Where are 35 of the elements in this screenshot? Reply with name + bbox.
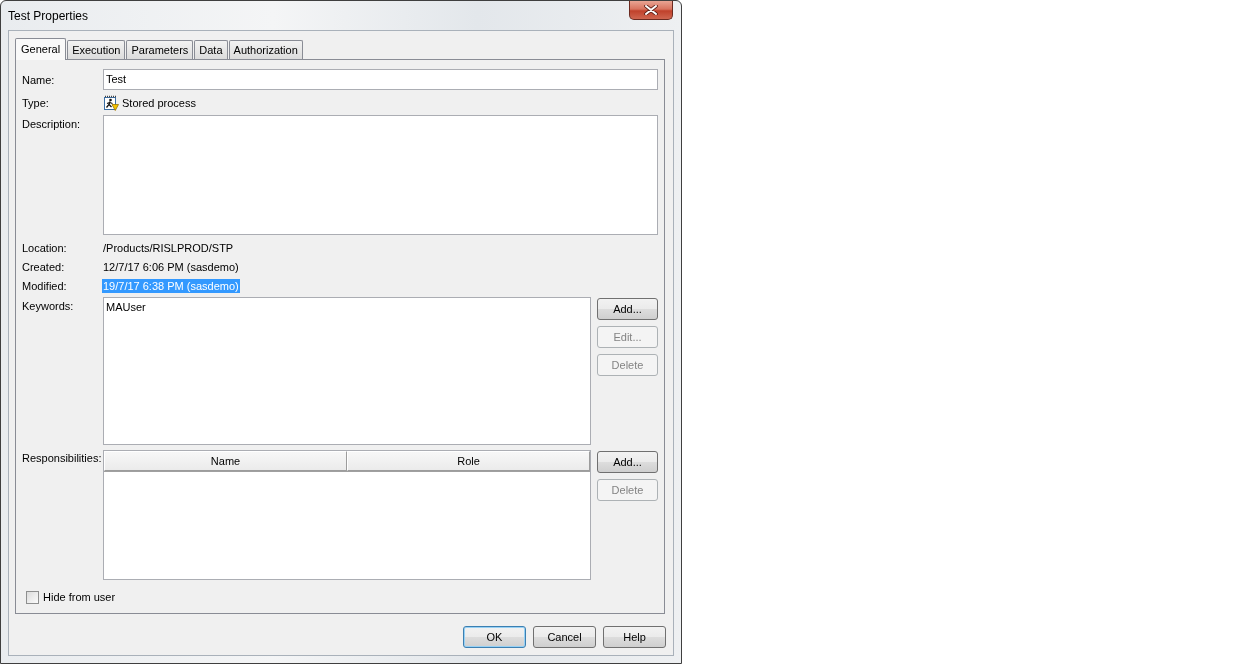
dialog-button[interactable]: Help [603, 626, 666, 648]
description-field[interactable] [103, 115, 658, 235]
info-value: 19/7/17 6:38 PM (sasdemo) [102, 278, 240, 293]
checkbox-label: Hide from user [43, 590, 116, 604]
field-label: Name: [22, 72, 56, 87]
field-label: Created: [22, 259, 66, 274]
type-value: Stored process [122, 96, 196, 110]
window-title: Test Properties [8, 9, 89, 23]
tab[interactable]: Execution [67, 40, 126, 59]
keywords-list[interactable]: MAUser [103, 297, 591, 445]
column-header[interactable]: Role [347, 451, 590, 471]
tab[interactable]: Authorization [228, 40, 303, 59]
responsibilities-table[interactable]: Name Role [103, 450, 591, 580]
name-field[interactable]: Test [103, 69, 658, 90]
column-header[interactable]: Name [104, 451, 347, 471]
tab[interactable]: Data [194, 40, 228, 59]
checkbox[interactable] [26, 590, 39, 604]
field-label: Type: [22, 96, 50, 110]
info-value: 12/7/17 6:06 PM (sasdemo) [102, 259, 240, 274]
list-item[interactable]: MAUser [105, 300, 147, 314]
field-label: Keywords: [22, 299, 75, 313]
field-label: Modified: [22, 278, 68, 293]
info-value: /Products/RISLPROD/STP [102, 240, 235, 255]
list-button[interactable]: Add... [597, 298, 658, 320]
notepad-figure-icon [103, 95, 119, 111]
field-label: Location: [22, 240, 68, 255]
list-button[interactable]: Add... [597, 451, 658, 473]
tab[interactable]: General [15, 38, 67, 60]
close-icon [644, 5, 658, 15]
dialog-button[interactable]: OK [463, 626, 526, 648]
field-label: Responsibilities: [22, 451, 103, 465]
tab[interactable]: Parameters [126, 40, 194, 59]
dialog-button[interactable]: Cancel [533, 626, 596, 648]
close-button[interactable] [629, 1, 673, 20]
field-label: Description: [22, 117, 82, 131]
